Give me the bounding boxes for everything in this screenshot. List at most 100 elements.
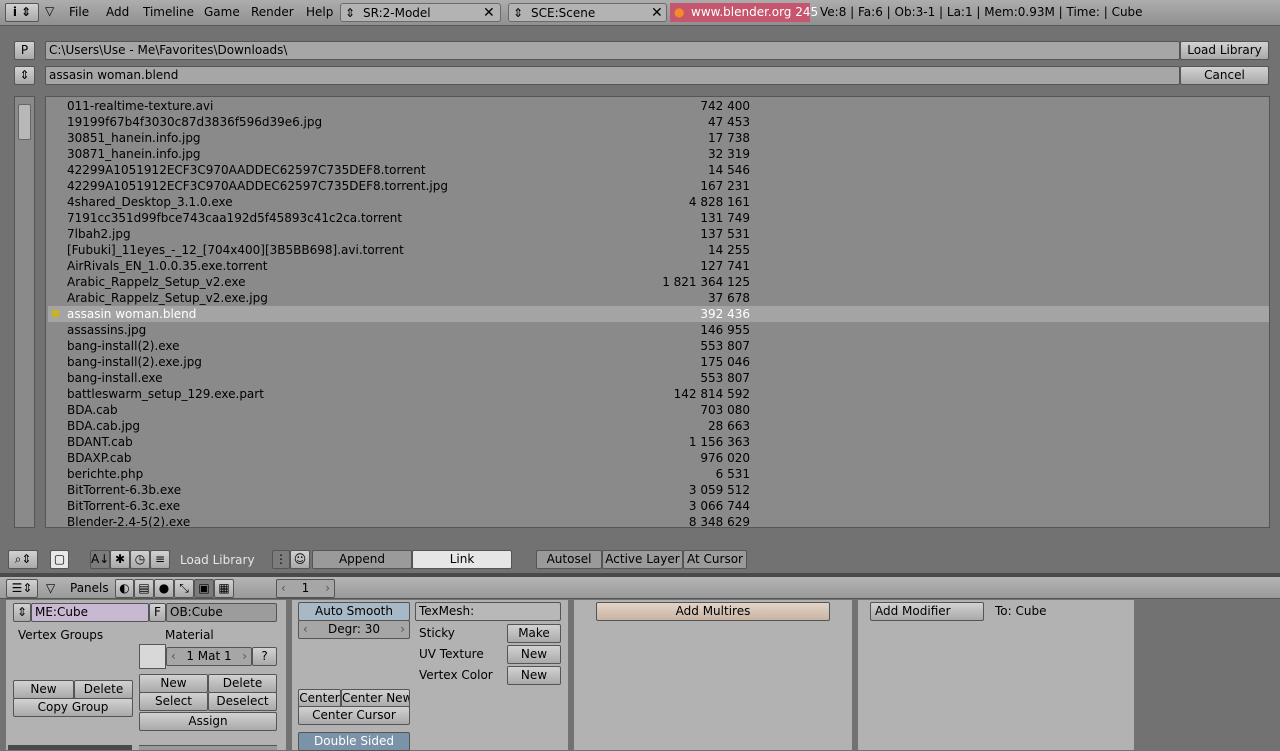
object-context-button[interactable]: ⤡ [174,579,194,598]
file-row[interactable]: 30851_hanein.info.jpg 17 738 [48,130,1269,146]
scene-name[interactable]: SCE:Scene [531,6,595,20]
center-cursor-button[interactable]: Center Cursor [298,706,410,725]
file-row[interactable]: Blender-2.4-5(2).exe 8 348 629 [48,514,1269,527]
degree-field[interactable]: ‹ Degr: 30 › [298,620,410,639]
menu-render[interactable]: Render [251,5,294,19]
material-index-field[interactable]: ‹ 1 Mat 1 › [166,647,252,666]
file-row[interactable]: battleswarm_setup_129.exe.part 142 814 59… [48,386,1269,402]
menu-timeline[interactable]: Timeline [143,5,194,19]
copy-group-button[interactable]: Copy Group [13,698,133,717]
file-row[interactable]: berichte.php 6 531 [48,466,1269,482]
sticky-make-button[interactable]: Make [507,624,561,643]
material-new-button[interactable]: New [139,674,208,693]
sort-size-button[interactable]: ≡ [150,550,170,569]
file-row[interactable]: 7191cc351d99fbce743caa192d5f45893c41c2ca… [48,210,1269,226]
file-row[interactable]: Arabic_Rappelz_Setup_v2.exe 1 821 364 125 [48,274,1269,290]
file-row[interactable]: [Fubuki]_11eyes_-_12_[704x400][3B5BB698]… [48,242,1269,258]
logic-context-button[interactable]: ◐ [115,579,134,598]
material-assign-button[interactable]: Assign [139,712,277,731]
file-row[interactable]: assassins.jpg 146 955 [48,322,1269,338]
mesh-browse-button[interactable]: ⇕ [13,603,31,622]
filename-field[interactable]: assasin woman.blend [45,66,1180,85]
screen-selector[interactable]: ⇕ SR:2-Model ✕ [340,3,501,22]
material-help-button[interactable]: ? [252,647,277,666]
shading-context-button[interactable]: ● [154,579,174,598]
file-row[interactable]: bang-install(2).exe 553 807 [48,338,1269,354]
sort-time-button[interactable]: ◷ [130,550,150,569]
active-layer-toggle[interactable]: Active Layer [602,550,683,569]
screen-name[interactable]: SR:2-Model [363,6,431,20]
frame-field[interactable]: ‹ 1 › [276,579,335,598]
fake-user-button[interactable]: F [149,603,166,622]
file-row[interactable]: BDANT.cab 1 156 363 [48,434,1269,450]
sort-alpha-button[interactable]: A↓ [90,550,110,569]
file-row[interactable]: 42299A1051912ECF3C970AADDEC62597C735DEF8… [48,162,1269,178]
collapse-triangle-icon[interactable]: ▽ [46,581,55,595]
object-name-field[interactable]: OB:Cube [166,603,277,622]
scene-context-button[interactable]: ▦ [214,579,234,598]
material-delete-button[interactable]: Delete [208,674,277,693]
file-row[interactable]: 7lbah2.jpg 137 531 [48,226,1269,242]
vgroup-delete-button[interactable]: Delete [74,680,133,699]
file-row[interactable]: Arabic_Rappelz_Setup_v2.exe.jpg 37 678 [48,290,1269,306]
script-context-button[interactable]: ▤ [134,579,154,598]
file-row[interactable]: 42299A1051912ECF3C970AADDEC62597C735DEF8… [48,178,1269,194]
scrollbar-thumb[interactable] [18,104,31,140]
window-type-button[interactable]: ⌕⇕ [8,550,38,569]
sort-type-button[interactable]: ✱ [110,550,130,569]
file-row[interactable]: bang-install.exe 553 807 [48,370,1269,386]
arrow-right-icon[interactable]: › [325,580,330,597]
file-row[interactable]: BitTorrent-6.3c.exe 3 066 744 [48,498,1269,514]
close-icon[interactable]: ✕ [651,5,663,21]
file-row[interactable]: bang-install(2).exe.jpg 175 046 [48,354,1269,370]
arrow-left-icon[interactable]: ‹ [281,580,286,597]
file-row[interactable]: 19199f67b4f3030c87d3836f596d39e6.jpg 47 4… [48,114,1269,130]
parent-dir-button[interactable]: P [14,41,35,60]
scene-selector[interactable]: ⇕ SCE:Scene ✕ [508,3,667,22]
collapse-triangle-icon[interactable]: ▽ [45,4,54,18]
scrollbar[interactable] [14,96,35,528]
load-library-button[interactable]: Load Library [1180,41,1269,60]
cancel-button[interactable]: Cancel [1180,66,1269,85]
material-select-button[interactable]: Select [139,692,208,711]
fullscreen-button[interactable]: ▢ [50,550,69,569]
menu-add[interactable]: Add [106,5,129,19]
append-button[interactable]: Append [312,550,412,569]
path-field[interactable]: C:\Users\Use - Me\Favorites\Downloads\ [45,41,1180,60]
arrow-right-icon[interactable]: › [400,621,405,638]
dir-menu-button[interactable]: ⇕ [14,66,35,85]
material-deselect-button[interactable]: Deselect [208,692,277,711]
editing-context-button[interactable]: ▣ [194,579,214,598]
menu-help[interactable]: Help [306,5,333,19]
menu-file[interactable]: File [69,5,89,19]
file-row[interactable]: BDA.cab.jpg 28 663 [48,418,1269,434]
add-modifier-button[interactable]: Add Modifier [870,602,984,621]
material-color-swatch[interactable] [139,644,166,669]
uv-texture-new-button[interactable]: New [507,645,561,664]
file-row[interactable]: assasin woman.blend 392 436 [48,306,1269,322]
auto-smooth-toggle[interactable]: Auto Smooth [298,602,410,621]
link-button[interactable]: Link [412,550,512,569]
info-window-type-button[interactable]: i ⇕ [5,3,39,22]
add-multires-button[interactable]: Add Multires [596,602,830,621]
arrow-left-icon[interactable]: ‹ [171,648,176,665]
texmesh-field[interactable]: TexMesh: [415,602,561,621]
arrow-left-icon[interactable]: ‹ [303,621,308,638]
file-row[interactable]: 30871_hanein.info.jpg 32 319 [48,146,1269,162]
double-sided-toggle[interactable]: Double Sided [298,732,410,751]
vgroup-new-button[interactable]: New [13,680,74,699]
file-row[interactable]: AirRivals_EN_1.0.0.35.exe.torrent 127 741 [48,258,1269,274]
file-row[interactable]: BDAXP.cab 976 020 [48,450,1269,466]
buttons-window-type[interactable]: ☰⇕ [6,579,38,598]
close-icon[interactable]: ✕ [483,5,495,21]
hide-dot-button[interactable]: ☺ [290,550,310,569]
file-row[interactable]: 011-realtime-texture.avi 742 400 [48,98,1269,114]
details-button[interactable]: ⋮ [272,550,290,569]
file-row[interactable]: BitTorrent-6.3b.exe 3 059 512 [48,482,1269,498]
at-cursor-toggle[interactable]: At Cursor [683,550,747,569]
arrow-right-icon[interactable]: › [242,648,247,665]
vertex-color-new-button[interactable]: New [507,666,561,685]
file-row[interactable]: BDA.cab 703 080 [48,402,1269,418]
file-row[interactable]: 4shared_Desktop_3.1.0.exe 4 828 161 [48,194,1269,210]
autosel-toggle[interactable]: Autosel [536,550,602,569]
